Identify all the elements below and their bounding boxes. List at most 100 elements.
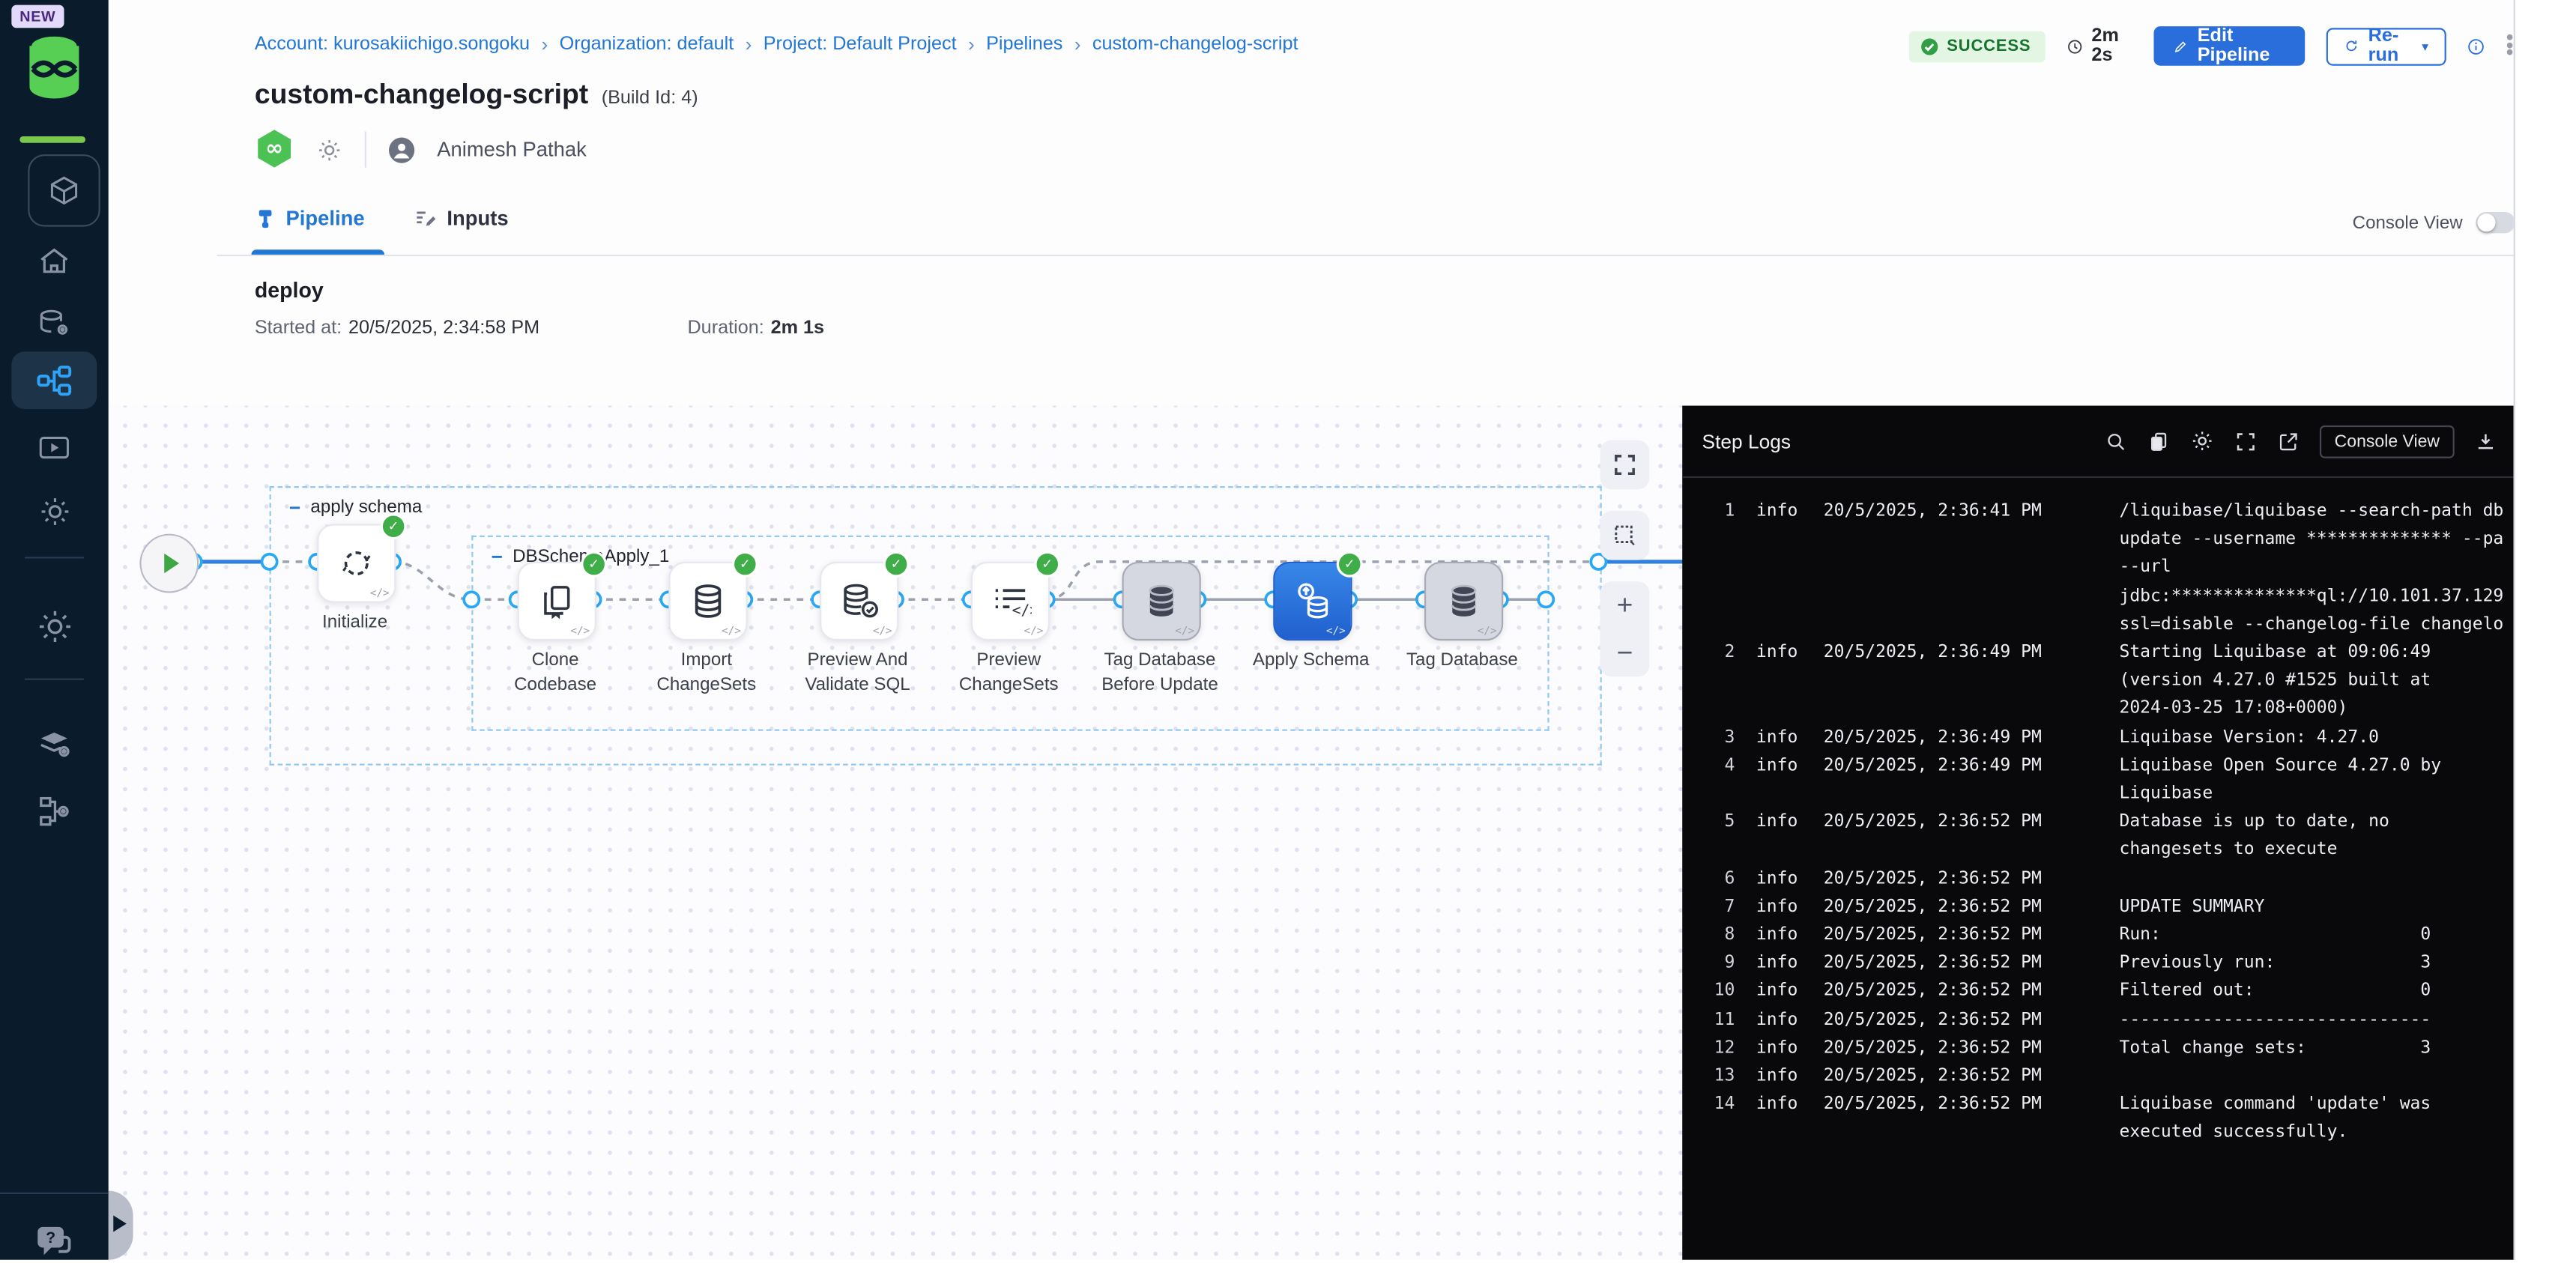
help-chat-icon: ? [33, 1220, 76, 1263]
breadcrumb-link[interactable]: Pipelines [986, 34, 1062, 54]
refresh-icon [2344, 36, 2359, 55]
zoom-in-button[interactable]: + [1617, 594, 1633, 617]
started-at-label: Started at: [255, 318, 342, 338]
step-label-tag-database: Tag Database [1380, 649, 1544, 673]
log-line-number: 3 [1699, 724, 1735, 752]
sidebar-item-environments[interactable] [0, 724, 109, 767]
log-level: info [1756, 865, 1806, 894]
sidebar-item-executions[interactable] [0, 428, 109, 468]
log-line-number: 10 [1699, 978, 1735, 1007]
yaml-code-icon: </> [1478, 624, 1497, 637]
log-body[interactable]: 1info20/5/2025, 2:36:41 PM/liquibase/liq… [1682, 476, 2513, 1260]
execution-meta-row: ∞ Animesh Pathak [255, 131, 587, 167]
start-node[interactable] [139, 534, 199, 593]
sidebar-item-pipelines-active[interactable] [11, 351, 97, 409]
app-logo[interactable] [0, 29, 109, 105]
zoom-out-button[interactable]: − [1617, 641, 1633, 664]
database-logo-icon [25, 33, 84, 102]
app-window: NEW [0, 0, 2576, 1260]
log-message: ------------------------------ [2119, 1006, 2513, 1035]
pencil-icon [2174, 37, 2188, 55]
sidebar-divider [25, 557, 84, 558]
gear-icon[interactable] [2190, 428, 2215, 453]
pipeline-step-preview-and-validate-sql[interactable]: ✓</> [820, 562, 898, 640]
log-row: 12info20/5/2025, 2:36:52 PMTotal change … [1682, 1035, 2513, 1063]
breadcrumb-separator: › [1074, 33, 1081, 56]
breadcrumb-link[interactable]: custom-changelog-script [1092, 34, 1298, 54]
pipeline-step-import-changesets[interactable]: ✓</> [668, 562, 747, 640]
log-timestamp: 20/5/2025, 2:36:52 PM [1824, 865, 2054, 894]
log-line-number: 14 [1699, 1091, 1735, 1119]
marquee-select-button[interactable] [1600, 511, 1650, 560]
info-icon[interactable] [2468, 35, 2485, 57]
log-message: Filtered out: 0 [2119, 978, 2513, 1007]
chevron-down-icon: ▾ [2422, 39, 2428, 54]
pipeline-step-clone-codebase[interactable]: ✓</> [518, 562, 596, 640]
log-level: info [1756, 1091, 1806, 1119]
log-row: 1info20/5/2025, 2:36:41 PM/liquibase/liq… [1682, 497, 2513, 639]
new-badge: NEW [11, 5, 64, 28]
breadcrumb-separator: › [541, 33, 548, 56]
log-row: 7info20/5/2025, 2:36:52 PMUPDATE SUMMARY [1682, 893, 2513, 921]
log-row: 10info20/5/2025, 2:36:52 PMFiltered out:… [1682, 978, 2513, 1007]
copy-icon[interactable] [2147, 429, 2171, 452]
marquee-icon [1612, 522, 1638, 548]
db-apply-icon [1291, 580, 1334, 623]
sidebar-item-home[interactable] [0, 241, 109, 281]
sidebar-item-help[interactable]: ? [0, 1220, 109, 1263]
breadcrumb-link[interactable]: Account: kurosakiichigo.songoku [255, 34, 530, 54]
sidebar-item-databases[interactable] [0, 304, 109, 344]
search-icon[interactable] [2105, 429, 2128, 452]
rerun-button[interactable]: Re-run ▾ [2326, 27, 2446, 64]
edit-pipeline-button[interactable]: Edit Pipeline [2154, 26, 2305, 66]
more-options-menu[interactable]: ••• [2506, 35, 2514, 58]
db-dark-icon [1444, 581, 1484, 621]
console-view-toggle[interactable] [2476, 212, 2515, 234]
sidebar-item-settings[interactable] [0, 605, 109, 647]
database-icon [689, 581, 728, 621]
sidebar-module-switcher[interactable] [28, 154, 100, 226]
log-level: info [1756, 497, 1806, 526]
success-check-icon: ✓ [1339, 554, 1361, 575]
sidebar-item-org-structure[interactable] [0, 790, 109, 833]
changesets-icon: </> [989, 581, 1032, 621]
page-header: Account: kurosakiichigo.songoku › Organiza… [109, 0, 2514, 406]
gear-icon[interactable] [315, 136, 343, 163]
log-line-number: 11 [1699, 1006, 1735, 1035]
sidebar-item-module-settings[interactable] [0, 489, 109, 532]
log-timestamp: 20/5/2025, 2:36:49 PM [1824, 752, 2054, 781]
log-timestamp: 20/5/2025, 2:36:52 PM [1824, 978, 2054, 1007]
avatar [387, 136, 415, 163]
pipeline-tab-icon [255, 207, 276, 230]
download-icon[interactable] [2474, 429, 2497, 452]
tab-inputs[interactable]: Inputs [414, 207, 509, 230]
log-line-number: 1 [1699, 497, 1735, 526]
log-timestamp: 20/5/2025, 2:36:52 PM [1824, 1091, 2054, 1119]
page-title-row: custom-changelog-script (Build Id: 4) [255, 79, 698, 112]
tab-pipeline[interactable]: Pipeline [255, 207, 365, 230]
log-message: UPDATE SUMMARY [2119, 893, 2513, 921]
fullscreen-icon[interactable] [2234, 429, 2258, 452]
log-timestamp: 20/5/2025, 2:36:49 PM [1824, 639, 2054, 667]
chevron-right-icon [113, 1216, 127, 1232]
log-level: info [1756, 950, 1806, 978]
pipeline-step-initialize[interactable]: ✓</> [317, 524, 396, 602]
breadcrumb-link[interactable]: Organization: default [560, 34, 734, 54]
inputs-tab-icon [414, 207, 438, 230]
breadcrumb-separator: › [746, 33, 752, 56]
console-view-button[interactable]: Console View [2320, 425, 2455, 458]
connector-port [464, 592, 479, 607]
log-timestamp: 20/5/2025, 2:36:49 PM [1824, 724, 2054, 752]
log-line-number: 4 [1699, 752, 1735, 781]
right-gutter [2514, 0, 2576, 1260]
pipeline-step-tag-database[interactable]: </> [1424, 562, 1503, 640]
duration-label: Duration: [687, 318, 764, 338]
duration-value: 2m 1s [771, 318, 824, 338]
pipeline-step-preview-changesets[interactable]: </>✓</> [971, 562, 1050, 640]
breadcrumb-link[interactable]: Project: Default Project [764, 34, 957, 54]
external-link-icon[interactable] [2277, 429, 2300, 452]
pipeline-step-apply-schema[interactable]: ✓</> [1273, 562, 1352, 640]
fit-view-button[interactable] [1600, 440, 1650, 490]
pipeline-step-tag-database-before-update[interactable]: </> [1122, 562, 1201, 640]
log-level: info [1756, 752, 1806, 781]
